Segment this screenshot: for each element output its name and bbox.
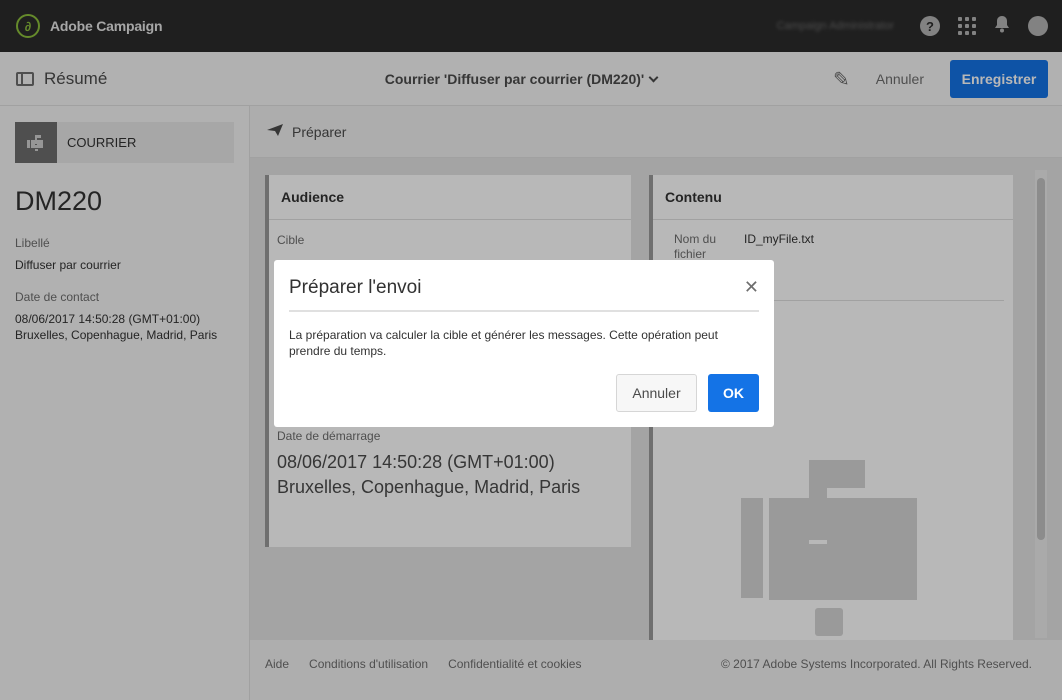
dialog-ok-button[interactable]: OK bbox=[708, 374, 759, 412]
dialog-message: La préparation va calculer la cible et g… bbox=[289, 328, 718, 358]
dialog-divider bbox=[289, 310, 759, 312]
dialog-cancel-button[interactable]: Annuler bbox=[616, 374, 697, 412]
close-icon[interactable]: ✕ bbox=[744, 277, 759, 298]
prepare-dialog: Préparer l'envoi ✕ La préparation va cal… bbox=[274, 260, 774, 427]
dialog-title: Préparer l'envoi bbox=[289, 277, 422, 298]
